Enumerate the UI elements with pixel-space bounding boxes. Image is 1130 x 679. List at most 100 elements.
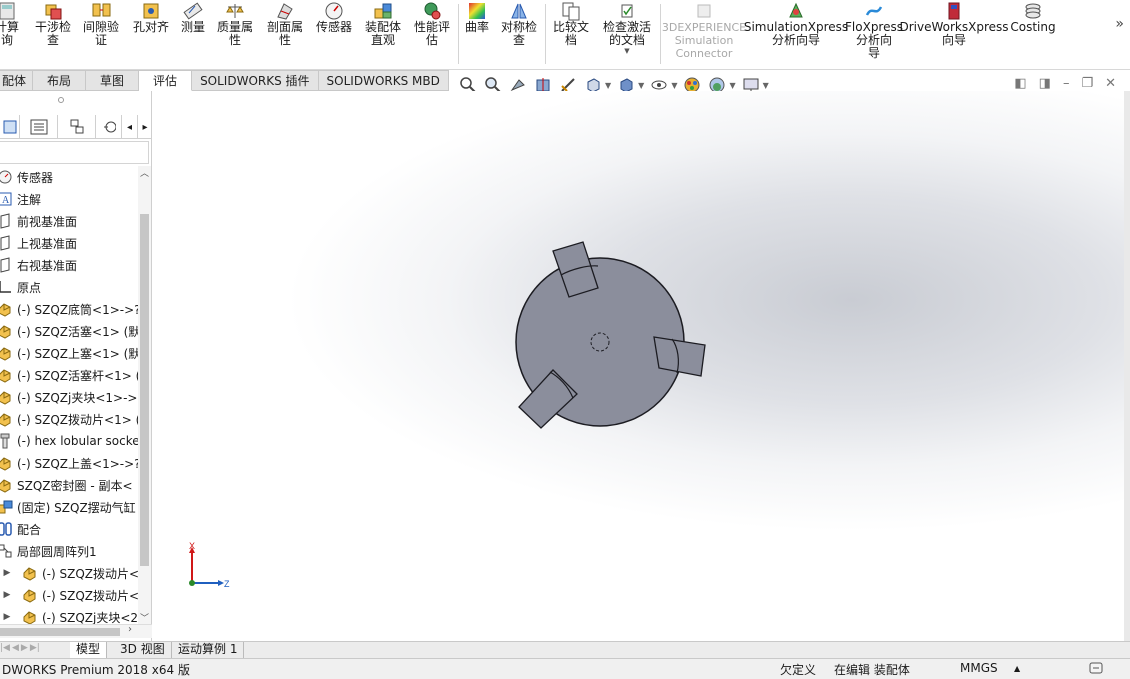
tree-item[interactable]: 上视基准面 [0,232,138,254]
3dexperience-connector-button[interactable]: 3DEXPERIENCE Simulation Connector [662,0,746,64]
property-manager-tab[interactable] [20,115,58,139]
tab-model[interactable]: 模型 [70,642,108,658]
plane-icon [0,257,14,273]
performance-eval-button[interactable]: 性能评 估 [410,0,454,64]
tree-item[interactable]: (-) SZQZ活塞杆<1> ( [0,364,138,386]
tab-assembly[interactable]: 配体 [0,70,34,91]
swing-cylinder-assembly[interactable] [515,241,706,429]
first-tab-icon[interactable]: |◀ [0,643,10,653]
measure-button[interactable]: 测量 [176,0,210,64]
assembly-visualization-button[interactable]: 装配体 直观 [360,0,406,64]
chevron-down-icon[interactable]: ▼ [729,81,735,90]
prev-tab-icon[interactable]: ◀ [12,643,19,653]
restore-icon[interactable]: ❐ [1081,76,1093,91]
panel-tab-scroll-left[interactable]: ◂ [122,115,138,139]
tab-layout[interactable]: 布局 [33,70,87,91]
tree-item[interactable]: 配合 [0,518,138,540]
tab-3d-view[interactable]: 3D 视图 [114,642,172,658]
scroll-up-icon[interactable]: ︿ [138,166,151,179]
compare-docs-button[interactable]: 比较文 档 [548,0,594,64]
expand-arrow-icon[interactable]: ▶ [1,568,13,578]
tree-item-label: (-) SZQZ上塞<1> (默 [17,346,138,361]
panel-grip[interactable] [58,97,64,103]
feature-tree-filter-input[interactable] [0,141,149,164]
unit-system-arrow-icon[interactable]: ▲ [1014,664,1020,673]
next-tab-icon[interactable]: ▶ [21,643,28,653]
tab-motion-study-1[interactable]: 运动算例 1 [172,642,245,658]
tile-left-icon[interactable]: ◧ [1014,76,1026,91]
tree-item[interactable]: (-) SZQZ活塞<1> (默 [0,320,138,342]
scroll-right-icon[interactable]: › [128,624,132,635]
tree-item[interactable]: (-) SZQZ上盖<1>->? [0,452,138,474]
check-active-doc-button[interactable]: 检查激活 的文档 ▼ [598,0,656,64]
dimxpert-tab[interactable] [96,115,122,139]
tree-item-label: (-) SZQZ拨动片<1> ( [17,412,138,427]
clearance-verify-button[interactable]: 间隙验 证 [78,0,124,64]
minimize-icon[interactable]: – [1063,76,1070,91]
tree-item[interactable]: ▶ (-) SZQZj夹块<2 [0,606,138,624]
configuration-manager-tab[interactable] [58,115,96,139]
expand-arrow-icon[interactable]: ▶ [1,612,13,622]
dropdown-arrow-icon[interactable]: ▼ [624,47,629,55]
ribbon-separator [458,4,459,64]
panel-tab-scroll-right[interactable]: ▸ [138,115,152,139]
floxpress-button[interactable]: FloXpress 分析向 导 [845,0,903,64]
sensor-button[interactable]: 传感器 [312,0,356,64]
tree-item[interactable]: 前视基准面 [0,210,138,232]
tree-item[interactable]: A 注解 [0,188,138,210]
hole-align-button[interactable]: 孔对齐 [128,0,174,64]
curvature-button[interactable]: 曲率 [462,0,492,64]
interference-check-button[interactable]: 干涉检 查 [30,0,76,64]
tree-item[interactable]: 右视基准面 [0,254,138,276]
chevron-down-icon[interactable]: ▼ [638,81,644,90]
costing-button[interactable]: Costing [1008,0,1058,64]
tab-solidworks-addins[interactable]: SOLIDWORKS 插件 [192,70,319,91]
tree-item[interactable]: (-) SZQZ拨动片<1> ( [0,408,138,430]
tree-item[interactable]: (固定) SZQZ摆动气缸 [0,496,138,518]
simulationxpress-button[interactable]: SimulationXpress 分析向导 [744,0,848,64]
task-pane-strip[interactable] [1124,91,1130,641]
tree-item[interactable]: (-) SZQZj夹块<1>-> [0,386,138,408]
tab-evaluate[interactable]: 评估 [139,70,193,91]
tree-item[interactable]: ▶ (-) SZQZ拨动片< [0,562,138,584]
expand-arrow-icon[interactable]: ▶ [1,590,13,600]
chevron-down-icon[interactable]: ▼ [605,81,611,90]
tree-vertical-scrollbar[interactable]: ︿ ﹀ [138,166,151,624]
tree-item[interactable]: (-) SZQZ底筒<1>->? [0,298,138,320]
command-manager-tabs: 配体 布局 草图 评估 SOLIDWORKS 插件 SOLIDWORKS MBD [0,70,449,91]
last-tab-icon[interactable]: ▶| [30,643,40,653]
symmetry-check-button[interactable]: 对称检 查 [496,0,542,64]
tree-scroll-thumb[interactable] [140,214,149,566]
mass-properties-button[interactable]: 质量属 性 [212,0,258,64]
calc-button[interactable]: 计算 询 [0,0,22,64]
scroll-down-icon[interactable]: ﹀ [138,611,151,624]
tab-solidworks-mbd[interactable]: SOLIDWORKS MBD [318,70,449,91]
tree-item[interactable]: 传感器 [0,166,138,188]
tree-item[interactable]: 局部圆周阵列1 [0,540,138,562]
document-window-controls: ◧ ◨ – ❐ ✕ [1014,76,1116,91]
close-icon[interactable]: ✕ [1105,76,1116,91]
tree-item[interactable]: (-) hex lobular socke [0,430,138,452]
tree-item[interactable]: (-) SZQZ上塞<1> (默 [0,342,138,364]
tree-item[interactable]: 原点 [0,276,138,298]
tree-item[interactable]: ▶ (-) SZQZ拨动片< [0,584,138,606]
chevron-down-icon[interactable]: ▼ [671,81,677,90]
tile-right-icon[interactable]: ◨ [1039,76,1051,91]
tab-nav-arrows[interactable]: |◀ ◀ ▶ ▶| [0,643,40,653]
unit-system-selector[interactable]: MMGS [960,661,998,675]
tree-item[interactable]: SZQZ密封圈 - 副本< [0,474,138,496]
tab-sketch[interactable]: 草图 [86,70,140,91]
driveworksxpress-button[interactable]: DriveWorksXpress 向导 [899,0,1009,64]
chevron-down-icon[interactable]: ▼ [763,81,769,90]
tree-hscroll-thumb[interactable] [0,628,120,636]
assembly-model-view[interactable] [152,91,1124,641]
tree-horizontal-scrollbar[interactable]: › [0,624,152,638]
tree-item-label: (-) SZQZ底筒<1>->? [17,302,138,317]
rebuild-status-icon[interactable] [1088,660,1104,679]
feature-manager-tab[interactable] [0,115,20,139]
panel-tabs: ◂ ▸ [0,115,152,139]
part-icon [0,323,14,339]
section-properties-button[interactable]: 剖面属 性 [262,0,308,64]
ribbon-overflow-button[interactable]: » [1115,16,1124,32]
graphics-area[interactable]: X Z [152,91,1124,641]
